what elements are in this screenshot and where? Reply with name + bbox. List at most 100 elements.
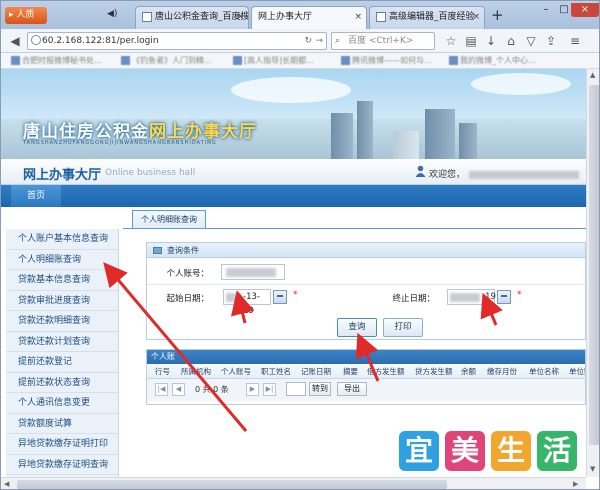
download-icon[interactable]: ↓ bbox=[483, 33, 499, 49]
next-page-icon[interactable]: ▶ bbox=[246, 383, 259, 396]
sidebar-item-prepay-status[interactable]: 提前还款状态查询 bbox=[6, 373, 118, 393]
sidebar-item-prepay-register[interactable]: 提前还款登记 bbox=[6, 352, 118, 373]
export-button[interactable]: 导出 bbox=[337, 382, 367, 396]
account-field[interactable] bbox=[221, 264, 285, 280]
pocket-icon[interactable]: ▽ bbox=[523, 33, 539, 49]
calendar-icon[interactable] bbox=[497, 290, 511, 304]
search-icon: ⌕ bbox=[335, 36, 341, 46]
close-tab-icon[interactable]: × bbox=[472, 7, 480, 28]
query-button[interactable]: 查询 bbox=[337, 318, 377, 337]
last-page-icon[interactable]: ▶| bbox=[263, 383, 276, 396]
close-window-icon[interactable]: × bbox=[571, 3, 599, 17]
scroll-thumb[interactable] bbox=[17, 480, 447, 489]
bookmark-item[interactable]: 《钓鱼者》人门到精... bbox=[121, 55, 212, 67]
column-header[interactable]: 所属机构 bbox=[181, 364, 211, 379]
speaker-icon[interactable]: ◀) bbox=[107, 9, 117, 19]
horizontal-scrollbar[interactable]: ◀ ▶ bbox=[1, 477, 586, 489]
go-arrow-icon[interactable]: → bbox=[315, 33, 323, 49]
bookmark-item[interactable]: [高人指导]长期都... bbox=[233, 55, 314, 67]
tab-online-hall[interactable]: 网上办事大厅 × bbox=[251, 6, 367, 29]
first-page-icon[interactable]: |◀ bbox=[155, 383, 168, 396]
sidebar-item-loan-info[interactable]: 贷款基本信息查询 bbox=[6, 270, 118, 291]
sidebar-item-contact-change[interactable]: 个人通讯信息变更 bbox=[6, 393, 118, 414]
star-icon[interactable]: ☆ bbox=[443, 33, 459, 49]
cloud-decoration bbox=[471, 73, 571, 95]
page-number-input[interactable] bbox=[286, 382, 306, 396]
scroll-up-icon[interactable]: ▲ bbox=[590, 71, 595, 79]
banner-title: 唐山住房公积金网上办事大厅 bbox=[23, 117, 257, 142]
hall-header: 网上办事大厅 Online business hall 欢迎您， bbox=[1, 159, 586, 185]
scroll-left-icon[interactable]: ◀ bbox=[4, 480, 9, 488]
column-header[interactable]: 贷方发生额 bbox=[415, 364, 453, 379]
globe-icon bbox=[31, 35, 41, 45]
panel-icon bbox=[153, 247, 162, 254]
minimize-icon[interactable]: – bbox=[537, 3, 555, 17]
vertical-scrollbar[interactable]: ▲ ▼ bbox=[586, 69, 599, 477]
bookmark-icon bbox=[233, 56, 242, 65]
scroll-thumb[interactable] bbox=[589, 85, 599, 445]
search-input[interactable]: ⌕ 百度 <Ctrl+K> bbox=[331, 32, 435, 50]
bookmark-item[interactable]: 合肥时报微博秘书处... bbox=[11, 55, 102, 67]
required-mark: * bbox=[293, 290, 298, 300]
prev-page-icon[interactable]: ◀ bbox=[172, 383, 185, 396]
column-header[interactable]: 职工姓名 bbox=[261, 364, 291, 379]
address-bar[interactable]: 60.2.168.122:81/per.login ↻ → bbox=[27, 32, 327, 50]
bookmark-item[interactable]: 我的微博_个人中心... bbox=[449, 55, 536, 67]
tab-personal-detail[interactable]: 个人明细账查询 bbox=[132, 210, 206, 229]
close-tab-icon[interactable]: × bbox=[236, 7, 244, 28]
sidebar-item-personal-detail[interactable]: 个人明细账查询 bbox=[6, 250, 118, 270]
calendar-icon[interactable] bbox=[273, 290, 287, 304]
hall-title: 网上办事大厅 bbox=[23, 168, 102, 183]
sidebar-item-account-info[interactable]: 个人账户基本信息查询 bbox=[6, 229, 118, 250]
date-row: 起始日期： -13-19 * 终止日期： -19 * bbox=[147, 285, 587, 316]
new-tab-icon[interactable]: + bbox=[491, 7, 504, 23]
bookmarks-bar: 合肥时报微博秘书处... 《钓鱼者》人门到精... [高人指导]长期都... 腾… bbox=[1, 53, 599, 69]
start-date-field[interactable]: -13-19 bbox=[223, 289, 271, 316]
sidebar-item-remote-print[interactable]: 异地贷款缴存证明打印 bbox=[6, 434, 118, 455]
column-header[interactable]: 余额 bbox=[461, 364, 476, 379]
scroll-down-icon[interactable]: ▼ bbox=[590, 465, 595, 473]
print-button[interactable]: 打印 bbox=[383, 318, 423, 337]
end-date-value: -19 bbox=[482, 292, 496, 302]
query-panel: 查询条件 个人账号： 起始日期： -13-19 * 终止日期： -19 * 查询… bbox=[146, 242, 587, 340]
sidebar-item-repay-plan[interactable]: 贷款还款计划查询 bbox=[6, 332, 118, 352]
home-icon[interactable]: ⌂ bbox=[503, 33, 519, 49]
firefox-menu-button[interactable]: ▸ 人质 bbox=[5, 7, 47, 24]
column-header[interactable]: 缴存月份 bbox=[487, 364, 517, 379]
grid-columns: 行号 所属机构 个人账号 职工姓名 记账日期 摘要 借方发生额 贷方发生额 余额… bbox=[147, 364, 585, 379]
close-tab-icon[interactable]: × bbox=[354, 7, 362, 28]
reload-icon[interactable]: ↻ bbox=[304, 33, 312, 49]
tab-label: 网上办事大厅 bbox=[258, 12, 313, 22]
redacted-account bbox=[226, 268, 276, 277]
column-header[interactable]: 记账日期 bbox=[301, 364, 331, 379]
reader-icon[interactable]: ▤ bbox=[463, 33, 479, 49]
bookmark-item[interactable]: 腾讯微博——如何与... bbox=[341, 55, 432, 67]
column-header[interactable]: 摘要 bbox=[343, 364, 358, 379]
menu-icon[interactable]: ≡ bbox=[567, 33, 583, 49]
url-text: 60.2.168.122:81/per.login bbox=[42, 36, 159, 46]
column-header[interactable]: 单位账号 bbox=[569, 364, 585, 379]
end-date-field[interactable]: -19 bbox=[447, 289, 496, 305]
column-header[interactable]: 借方发生额 bbox=[367, 364, 405, 379]
sidebar-item-loan-calc[interactable]: 贷款额度试算 bbox=[6, 414, 118, 434]
sidebar-item-remote-query[interactable]: 异地贷款缴存证明查询 bbox=[6, 455, 118, 475]
sidebar-item-repay-detail[interactable]: 贷款还款明细查询 bbox=[6, 311, 118, 332]
back-icon[interactable]: ◀ bbox=[7, 33, 23, 49]
bookmark-icon bbox=[11, 56, 20, 65]
column-header[interactable]: 个人账号 bbox=[221, 364, 251, 379]
column-header[interactable]: 单位名称 bbox=[529, 364, 559, 379]
tab-divider bbox=[123, 228, 586, 229]
goto-button[interactable]: 转到 bbox=[309, 382, 331, 396]
scroll-right-icon[interactable]: ▶ bbox=[573, 480, 578, 488]
search-placeholder: 百度 <Ctrl+K> bbox=[348, 36, 414, 46]
tab-baidu-search[interactable]: 唐山公积金查询_百度搜索 × bbox=[135, 6, 249, 29]
tab-editor-baidu[interactable]: 高级编辑器_百度经验 × bbox=[369, 6, 485, 29]
menu-home[interactable]: 首页 bbox=[11, 185, 62, 207]
sidebar-item-loan-progress[interactable]: 贷款审批进度查询 bbox=[6, 291, 118, 311]
share-icon[interactable]: ⇪ bbox=[543, 33, 559, 49]
bookmark-label: [高人指导]长期都... bbox=[244, 56, 314, 65]
watermark-char: 宜 bbox=[399, 431, 439, 471]
building-image bbox=[331, 113, 353, 159]
bookmark-label: 腾讯微博——如何与... bbox=[352, 56, 432, 65]
column-header[interactable]: 行号 bbox=[155, 364, 170, 379]
